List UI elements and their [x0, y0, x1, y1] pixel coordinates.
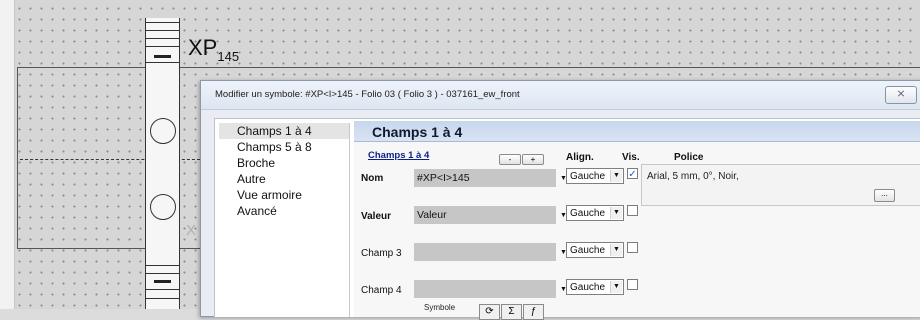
- fields-panel: Champs 1 à 4 Champs 1 à 4 - + Align. Vis…: [354, 121, 920, 320]
- row-label-valeur: Valeur: [361, 211, 392, 222]
- modify-symbol-dialog: Modifier un symbole: #XP<I>145 - Folio 0…: [200, 80, 920, 320]
- nom-align-value: Gauche: [570, 171, 606, 182]
- champ-4-align-value: Gauche: [570, 282, 606, 293]
- terminal-line: [146, 62, 179, 63]
- ghost-x-mark: X: [186, 222, 197, 239]
- canvas-left-ruler: [0, 0, 15, 309]
- champ-3-value-input[interactable]: [414, 243, 556, 261]
- terminal-hole: [150, 194, 176, 220]
- row-label-champ-4: Champ 4: [361, 285, 402, 296]
- refresh-icon[interactable]: ⟳: [479, 304, 500, 320]
- terminal-line: [146, 289, 179, 290]
- minus-icon: -: [508, 155, 512, 164]
- sigma-icon[interactable]: Σ: [501, 304, 522, 320]
- nom-visible-checkbox[interactable]: ✓: [627, 168, 638, 180]
- champ-4-align-select[interactable]: Gauche ▼: [566, 279, 624, 295]
- champ-3-visible-checkbox[interactable]: [627, 242, 638, 253]
- terminal-line: [146, 273, 179, 274]
- terminal-line: [146, 22, 179, 23]
- valeur-align-select[interactable]: Gauche ▼: [566, 205, 624, 221]
- column-header-police: Police: [674, 152, 704, 163]
- symbol-label-text: XP: [188, 35, 218, 60]
- valeur-visible-checkbox[interactable]: [627, 205, 638, 216]
- symbol-label[interactable]: XP145: [188, 35, 239, 64]
- nom-align-select[interactable]: Gauche ▼: [566, 168, 624, 184]
- nav-item-avance[interactable]: Avancé: [219, 203, 349, 219]
- terminal-line: [146, 46, 179, 47]
- chevron-down-icon: ▼: [610, 207, 622, 219]
- nav-item-champs-1-4[interactable]: Champs 1 à 4: [219, 123, 349, 139]
- valeur-value-input[interactable]: Valeur: [414, 206, 556, 224]
- symbol-label-subscript: 145: [217, 49, 240, 64]
- police-text: Arial, 5 mm, 0°, Noir,: [647, 171, 739, 182]
- nom-value-input[interactable]: #XP<I>145: [414, 169, 556, 187]
- ellipsis-icon: ...: [881, 189, 888, 198]
- nav-item-autre[interactable]: Autre: [219, 171, 349, 187]
- dialog-title: Modifier un symbole: #XP<I>145 - Folio 0…: [215, 89, 520, 100]
- remove-field-button[interactable]: -: [499, 154, 521, 165]
- champ-3-align-value: Gauche: [570, 245, 606, 256]
- dialog-titlebar[interactable]: Modifier un symbole: #XP<I>145 - Folio 0…: [201, 81, 920, 110]
- champ-4-value-input[interactable]: [414, 280, 556, 298]
- terminal-line: [146, 30, 179, 31]
- row-label-champ-3: Champ 3: [361, 248, 402, 259]
- add-field-button[interactable]: +: [522, 154, 544, 165]
- champ-3-align-select[interactable]: Gauche ▼: [566, 242, 624, 258]
- panel-heading: Champs 1 à 4: [372, 124, 463, 140]
- nav-item-vue-armoire[interactable]: Vue armoire: [219, 187, 349, 203]
- valeur-align-value: Gauche: [570, 208, 606, 219]
- row-label-nom: Nom: [361, 173, 384, 184]
- close-button[interactable]: ⨯: [885, 86, 917, 104]
- chevron-down-icon: ▼: [610, 170, 622, 182]
- terminal-strip-symbol[interactable]: [145, 18, 180, 309]
- terminal-bar: [154, 55, 171, 58]
- symbol-caption: Symbole: [424, 303, 456, 312]
- formula-icon[interactable]: ƒ: [523, 304, 544, 320]
- terminal-line: [146, 265, 179, 266]
- police-box: Arial, 5 mm, 0°, Noir, ...: [641, 164, 920, 206]
- terminal-line: [146, 298, 179, 299]
- column-header-align: Align.: [566, 152, 594, 163]
- nav-item-champs-5-8[interactable]: Champs 5 à 8: [219, 139, 349, 155]
- chevron-down-icon: ▼: [610, 281, 622, 293]
- column-header-vis: Vis.: [622, 152, 640, 163]
- close-icon: ⨯: [896, 88, 906, 100]
- category-nav: Champs 1 à 4 Champs 5 à 8 Broche Autre V…: [219, 123, 350, 317]
- dialog-body: Champs 1 à 4 Champs 5 à 8 Broche Autre V…: [214, 118, 920, 320]
- terminal-bar: [154, 280, 171, 283]
- terminal-hole: [150, 118, 176, 144]
- terminal-line: [146, 38, 179, 39]
- nav-item-broche[interactable]: Broche: [219, 155, 349, 171]
- champ-4-visible-checkbox[interactable]: [627, 279, 638, 290]
- fields-link[interactable]: Champs 1 à 4: [368, 150, 429, 161]
- police-browse-button[interactable]: ...: [874, 189, 895, 202]
- plus-icon: +: [530, 155, 536, 164]
- chevron-down-icon: ▼: [610, 244, 622, 256]
- panel-header: Champs 1 à 4: [354, 121, 920, 142]
